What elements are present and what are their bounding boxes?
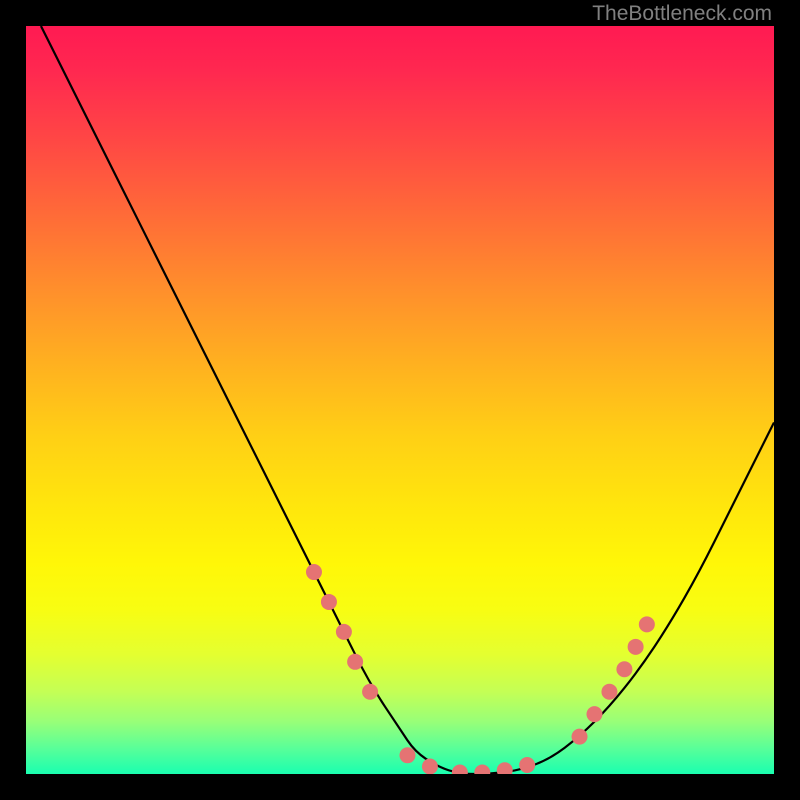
marker-dot [422, 759, 438, 774]
chart-background [26, 26, 774, 774]
marker-dot [362, 684, 378, 700]
chart-svg [26, 26, 774, 774]
marker-dot [347, 654, 363, 670]
marker-dot [616, 661, 632, 677]
marker-dot [601, 684, 617, 700]
marker-dot [519, 757, 535, 773]
marker-dot [639, 616, 655, 632]
marker-dot [399, 747, 415, 763]
chart-frame [26, 26, 774, 774]
marker-dot [321, 594, 337, 610]
watermark-text: TheBottleneck.com [592, 2, 772, 26]
marker-dot [336, 624, 352, 640]
marker-dot [628, 639, 644, 655]
marker-dot [586, 706, 602, 722]
marker-dot [572, 729, 588, 745]
marker-dot [306, 564, 322, 580]
